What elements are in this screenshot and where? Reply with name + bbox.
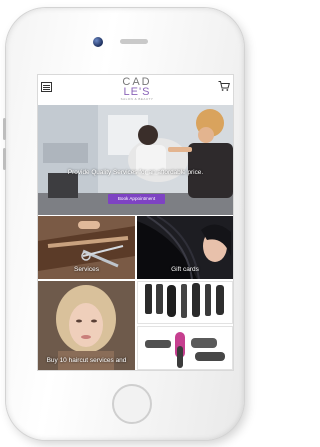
gift-cards-tile[interactable]: Gift cards [137, 216, 233, 279]
hamburger-menu-icon[interactable] [41, 82, 52, 92]
hair-brushes-photo [145, 283, 224, 318]
front-camera [93, 37, 103, 47]
shopping-cart-icon[interactable] [218, 80, 230, 92]
promo-label: Buy 10 haircut services and [46, 357, 127, 364]
earpiece-speaker [120, 39, 148, 44]
brushes-tile[interactable] [137, 281, 233, 324]
phone-screen: CAD LE'S SALON & BEAUTY Provide Quality [38, 75, 233, 370]
volume-button [3, 148, 6, 170]
hair-dryer-tile[interactable] [137, 326, 233, 370]
site-header: CAD LE'S SALON & BEAUTY [38, 75, 233, 105]
services-tile[interactable]: Services [38, 216, 135, 279]
book-appointment-button[interactable]: Book Appointment [108, 194, 165, 204]
logo-name: LE'S [123, 86, 151, 98]
promo-tile[interactable]: Buy 10 haircut services and [38, 281, 135, 370]
hair-dryer-photo [145, 332, 225, 368]
brand-logo[interactable]: CAD LE'S SALON & BEAUTY [116, 77, 158, 102]
logo-subtitle: SALON & BEAUTY [120, 97, 154, 101]
services-label: Services [74, 266, 99, 273]
hero-headline: Provide Quality Services for an affordab… [67, 169, 204, 176]
hero-banner: Provide Quality Services for an affordab… [38, 105, 233, 215]
home-button[interactable] [112, 384, 152, 424]
gift-cards-label: Gift cards [171, 266, 199, 273]
volume-button [3, 118, 6, 140]
